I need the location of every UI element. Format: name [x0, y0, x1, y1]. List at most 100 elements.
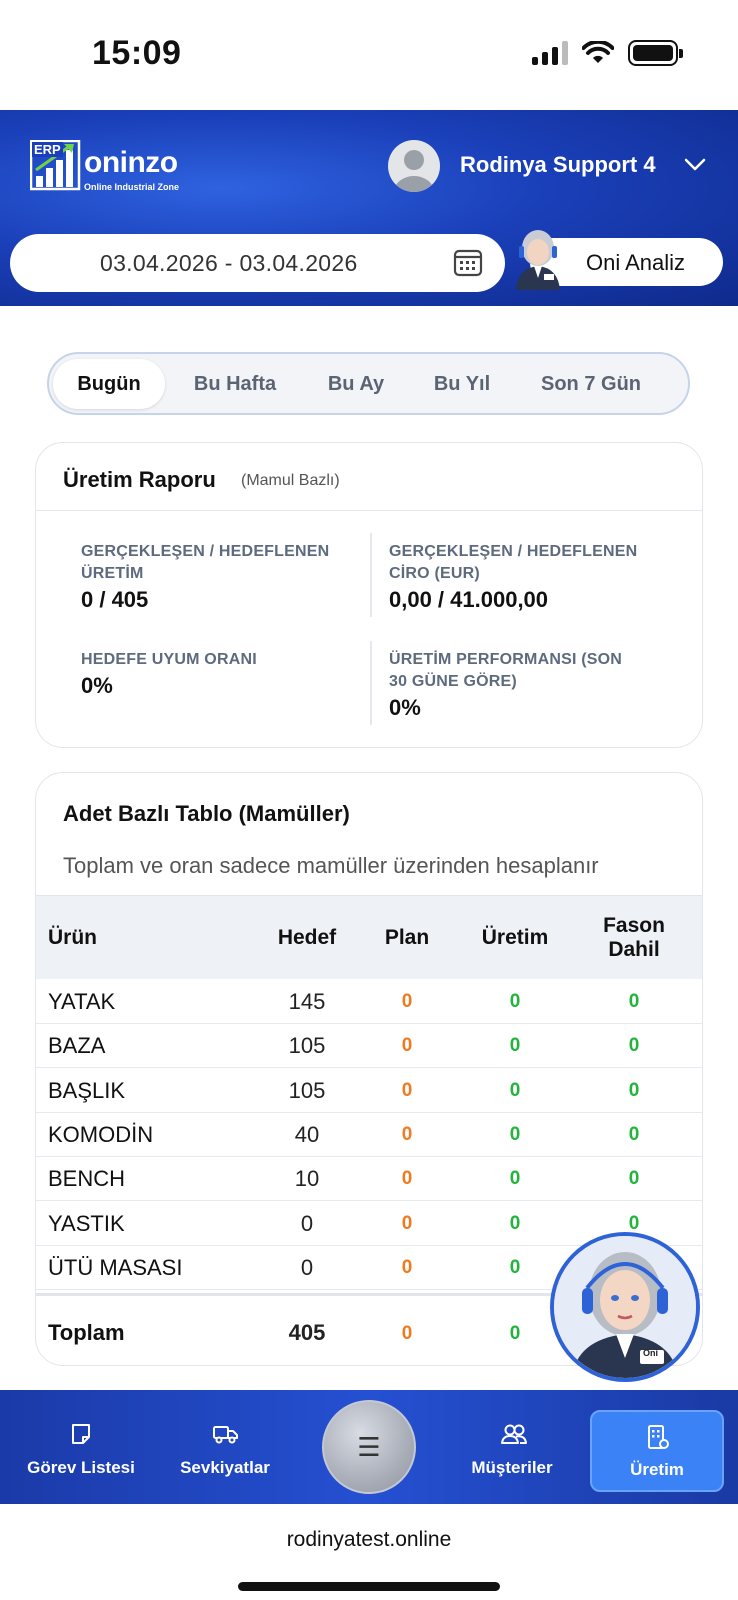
cell-product: KOMODİN	[48, 1121, 154, 1147]
user-name[interactable]: Rodinya Support 4	[460, 152, 656, 178]
cell-product: YASTIK	[48, 1210, 125, 1236]
th-fason-line: Fason	[603, 914, 665, 937]
users-icon	[501, 1424, 527, 1444]
oni-badge-text: Oni	[643, 1348, 658, 1358]
cell-target: 105	[288, 1077, 326, 1103]
metric-label-production: GERÇEKLEŞEN / HEDEFLENEN ÜRETİM	[81, 541, 329, 585]
oni-assistant-avatar-icon	[554, 1236, 696, 1378]
cell-fason: 0	[628, 1123, 640, 1145]
total-plan: 0	[401, 1323, 413, 1344]
tab-bu-yil[interactable]: Bu Yıl	[417, 359, 507, 409]
tab-son-7-gun[interactable]: Son 7 Gün	[523, 359, 659, 409]
tab-bu-ay[interactable]: Bu Ay	[311, 359, 401, 409]
user-avatar[interactable]	[388, 140, 440, 192]
nav-sevkiyatlar[interactable]: Sevkiyatlar	[155, 1410, 295, 1492]
cell-target: 145	[288, 989, 326, 1014]
metric-label-line: 30 GÜNE GÖRE)	[389, 673, 517, 690]
table-subtitle: Toplam ve oran sadece mamüller üzerinden…	[63, 853, 599, 878]
cell-fason: 0	[628, 1168, 640, 1190]
table-row: KOMODİN 40 0 0 0	[36, 1112, 702, 1157]
report-title: Üretim Raporu	[63, 467, 216, 492]
cell-target: 0	[300, 1210, 314, 1236]
logo-erp-text: ERP	[32, 142, 63, 157]
table-row: BAŞLIK 105 0 0 0	[36, 1068, 702, 1113]
report-header: Üretim Raporu (Mamul Bazlı)	[36, 443, 702, 511]
wifi-icon	[582, 41, 614, 63]
cell-plan: 0	[401, 1123, 413, 1145]
metric-value-performance: 0%	[389, 695, 421, 720]
th-fason: Fason Dahil	[584, 914, 684, 962]
cell-production: 0	[509, 1123, 521, 1145]
person-icon	[394, 150, 434, 192]
tab-bugun[interactable]: Bugün	[53, 359, 165, 409]
status-bar: 15:09	[0, 0, 738, 110]
total-label: Toplam	[48, 1320, 125, 1345]
cell-product: ÜTÜ MASASI	[48, 1254, 183, 1280]
status-icons	[532, 40, 683, 66]
table-row: BAZA 105 0 0 0	[36, 1023, 702, 1069]
cell-target: 40	[294, 1121, 320, 1147]
logo-tagline: Online Industrial Zone	[84, 182, 180, 192]
metric-divider	[370, 641, 372, 725]
oni-assistant-button[interactable]: Oni	[550, 1232, 700, 1382]
th-plan: Plan	[384, 926, 430, 949]
truck-icon	[213, 1426, 238, 1444]
metric-label-line: ÜRETİM PERFORMANSI (SON	[389, 651, 623, 668]
oni-assistant-mini-icon[interactable]	[508, 222, 568, 290]
calendar-icon[interactable]	[452, 246, 484, 278]
metric-label-performance: ÜRETİM PERFORMANSI (SON 30 GÜNE GÖRE)	[389, 649, 622, 693]
nav-gorev-listesi[interactable]: Görev Listesi	[11, 1410, 151, 1492]
metric-label-target-fit: HEDEFE UYUM ORANI	[81, 649, 257, 671]
metric-value-revenue: 0,00 / 41.000,00	[389, 587, 549, 612]
cell-production: 0	[509, 991, 521, 1012]
th-target: Hedef	[277, 926, 337, 949]
tab-bu-hafta[interactable]: Bu Hafta	[175, 359, 295, 409]
chevron-down-icon[interactable]	[683, 152, 707, 176]
home-indicator[interactable]	[238, 1582, 500, 1591]
nav-musteriler[interactable]: Müşteriler	[442, 1410, 582, 1492]
cell-production: 0	[509, 1212, 521, 1234]
th-product: Ürün	[48, 926, 97, 949]
nav-uretim[interactable]: Üretim	[590, 1410, 724, 1492]
menu-icon: ☰	[357, 1432, 381, 1462]
note-icon	[72, 1424, 90, 1444]
cell-plan: 0	[401, 1168, 413, 1190]
cell-plan: 0	[401, 1256, 413, 1278]
logo-name: oninzo	[84, 146, 178, 179]
date-range-picker[interactable]: 03.04.2026 - 03.04.2026	[10, 234, 505, 292]
main-menu-button[interactable]: ☰	[322, 1400, 416, 1494]
metric-label-line: ÜRETİM	[81, 565, 144, 582]
app-header: ERP oninzo Online Industrial Zone Rodiny…	[0, 110, 738, 306]
metric-value-target-fit: 0%	[81, 673, 113, 698]
cell-product: BAZA	[48, 1033, 106, 1059]
production-report-card: Üretim Raporu (Mamul Bazlı) GERÇEKLEŞEN …	[35, 442, 703, 748]
cell-target: 10	[294, 1166, 320, 1192]
cell-target: 0	[300, 1254, 314, 1280]
cell-plan: 0	[401, 1035, 413, 1057]
cell-product: BENCH	[48, 1166, 126, 1192]
browser-url-bar: rodinyatest.online	[0, 1504, 738, 1600]
cell-fason: 0	[628, 991, 640, 1012]
table-row: YATAK 145 0 0 0	[36, 979, 702, 1024]
cell-plan: 0	[401, 1212, 413, 1234]
table-title: Adet Bazlı Tablo (Mamüller)	[63, 801, 350, 826]
nav-label: Üretim	[630, 1460, 684, 1479]
total-production: 0	[509, 1323, 521, 1344]
url-text[interactable]: rodinyatest.online	[0, 1528, 738, 1552]
building-gear-icon	[648, 1425, 669, 1449]
metric-label-line: GERÇEKLEŞEN / HEDEFLENEN	[389, 543, 638, 560]
cell-fason: 0	[628, 1212, 640, 1234]
nav-label: Müşteriler	[471, 1458, 553, 1477]
metric-label-revenue: GERÇEKLEŞEN / HEDEFLENEN CİRO (EUR)	[389, 541, 637, 585]
th-fason-line: Dahil	[608, 938, 660, 961]
cell-production: 0	[509, 1035, 521, 1057]
cell-target: 105	[288, 1033, 326, 1059]
cell-production: 0	[509, 1168, 521, 1190]
bottom-navigation: Görev Listesi Sevkiyatlar ☰ Müşteriler Ü…	[0, 1390, 738, 1504]
period-tabs: Bugün Bu Hafta Bu Ay Bu Yıl Son 7 Gün	[47, 352, 690, 415]
cellular-signal-icon	[532, 41, 568, 65]
cell-product: BAŞLIK	[48, 1077, 126, 1103]
metric-divider	[370, 533, 372, 617]
metric-label-line: HEDEFE UYUM ORANI	[81, 651, 257, 668]
status-time: 15:09	[92, 34, 182, 72]
